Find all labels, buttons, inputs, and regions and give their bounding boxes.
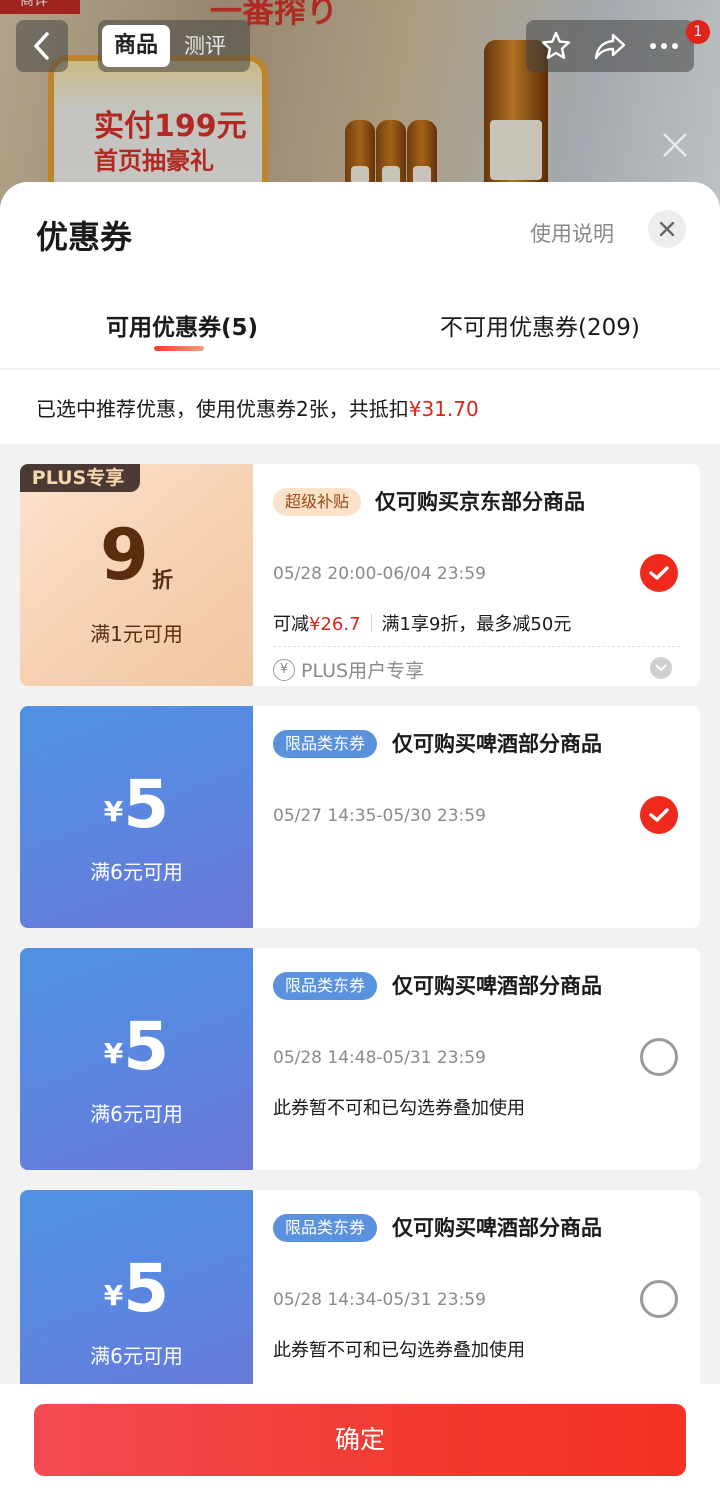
coupon-tag: 限品类东券 [273, 972, 378, 1000]
tab-goods[interactable]: 商品 [102, 25, 170, 67]
discount-unit: 折 [152, 568, 173, 592]
plus-only-label: PLUS用户专享 [301, 660, 425, 682]
coupon-card[interactable]: PLUS专享 9 折 满1元可用 超级补贴 仅可购买京东部分商品 05/28 2… [20, 464, 700, 686]
coupon-title: 仅可购买啤酒部分商品 [392, 974, 602, 998]
usage-help-link[interactable]: 使用说明 [530, 218, 614, 248]
coupon-condition: 满1元可用 [90, 622, 183, 646]
coupon-note: 此券暂不可和已勾选券叠加使用 [273, 1340, 525, 1361]
coupon-condition: 满6元可用 [90, 860, 183, 884]
coupon-checkbox[interactable] [640, 1280, 678, 1318]
coupon-title: 仅可购买啤酒部分商品 [392, 1216, 602, 1240]
coupon-condition: 满6元可用 [90, 1344, 183, 1368]
coupon-title: 仅可购买啤酒部分商品 [392, 732, 602, 756]
discount-value: 9 [100, 514, 149, 596]
coupon-saving: 可减¥26.7 满1享9折，最多减50元 [273, 610, 571, 636]
yen-icon: ¥ [273, 658, 295, 681]
nav-actions [526, 20, 694, 72]
coupon-card[interactable]: ¥5 满6元可用 限品类东券 仅可购买啤酒部分商品 05/28 14:34-05… [20, 1190, 700, 1412]
coupon-amount: ¥5 [20, 1008, 253, 1085]
saving-rule: 满1享9折，最多减50元 [381, 614, 572, 635]
coupon-value-panel: ¥5 满6元可用 [20, 706, 253, 928]
more-icon[interactable] [648, 41, 680, 51]
tab-usable-coupons[interactable]: 可用优惠券(5) [106, 308, 258, 342]
expand-button[interactable] [650, 657, 672, 679]
page-title: 优惠券 [36, 218, 133, 256]
coupon-checkbox[interactable] [640, 1038, 678, 1076]
coupon-value-panel: PLUS专享 9 折 满1元可用 [20, 464, 253, 686]
tab-active-indicator [154, 346, 204, 351]
coupon-validity: 05/27 14:35-05/30 23:59 [273, 806, 486, 826]
share-icon[interactable] [593, 31, 627, 61]
plus-badge: PLUS专享 [20, 464, 140, 492]
coupon-tag: 超级补贴 [273, 488, 362, 516]
saving-prefix: 可减 [273, 614, 309, 635]
coupon-note: 此券暂不可和已勾选券叠加使用 [273, 1098, 525, 1119]
currency-symbol: ¥ [103, 1279, 124, 1312]
page-tabs: 商品 测评 [98, 20, 250, 72]
summary-amount: ¥31.70 [408, 397, 479, 421]
amount-value: 5 [123, 766, 170, 843]
close-icon [663, 133, 687, 157]
coupon-card[interactable]: ¥5 满6元可用 限品类东券 仅可购买啤酒部分商品 05/27 14:35-05… [20, 706, 700, 928]
currency-symbol: ¥ [103, 1037, 124, 1070]
chevron-down-icon [655, 664, 667, 671]
coupon-amount: ¥5 [20, 766, 253, 843]
chevron-left-icon [34, 32, 49, 60]
coupon-validity: 05/28 14:48-05/31 23:59 [273, 1048, 486, 1068]
amount-value: 5 [123, 1250, 170, 1327]
selection-summary: 已选中推荐优惠，使用优惠券2张，共抵扣¥31.70 [0, 370, 720, 444]
sheet-footer: 确定 [0, 1384, 720, 1494]
confirm-button[interactable]: 确定 [34, 1404, 686, 1476]
amount-value: 5 [123, 1008, 170, 1085]
coupon-card[interactable]: ¥5 满6元可用 限品类东券 仅可购买啤酒部分商品 05/28 14:48-05… [20, 948, 700, 1170]
close-button[interactable] [648, 210, 686, 248]
close-icon [659, 221, 675, 237]
coupon-checkbox[interactable] [640, 554, 678, 592]
coupon-sheet: 优惠券 使用说明 可用优惠券(5) 不可用优惠券(209) 已选中推荐优惠，使用… [0, 182, 720, 1494]
message-badge: 1 [686, 20, 710, 44]
tab-unusable-coupons[interactable]: 不可用优惠券(209) [440, 308, 640, 342]
check-icon [649, 566, 669, 580]
saving-amount: ¥26.7 [309, 614, 361, 635]
coupon-validity: 05/28 20:00-06/04 23:59 [273, 564, 486, 584]
plus-only-row: ¥ PLUS用户专享 [273, 656, 424, 683]
sheet-header: 优惠券 使用说明 可用优惠券(5) 不可用优惠券(209) [0, 182, 720, 368]
coupon-tag: 限品类东券 [273, 730, 378, 758]
tab-review[interactable]: 测评 [184, 25, 226, 67]
coupon-value-panel: ¥5 满6元可用 [20, 948, 253, 1170]
coupon-value-panel: ¥5 满6元可用 [20, 1190, 253, 1412]
star-icon[interactable] [540, 30, 572, 62]
coupon-checkbox[interactable] [640, 796, 678, 834]
currency-symbol: ¥ [103, 795, 124, 828]
coupon-amount: ¥5 [20, 1250, 253, 1327]
back-button[interactable] [16, 20, 68, 72]
divider [273, 646, 680, 647]
coupon-validity: 05/28 14:34-05/31 23:59 [273, 1290, 486, 1310]
check-icon [649, 808, 669, 822]
coupon-tag: 限品类东券 [273, 1214, 378, 1242]
coupon-title: 仅可购买京东部分商品 [375, 490, 585, 514]
coupon-condition: 满6元可用 [90, 1102, 183, 1126]
summary-text: 已选中推荐优惠，使用优惠券2张，共抵扣 [36, 397, 409, 421]
